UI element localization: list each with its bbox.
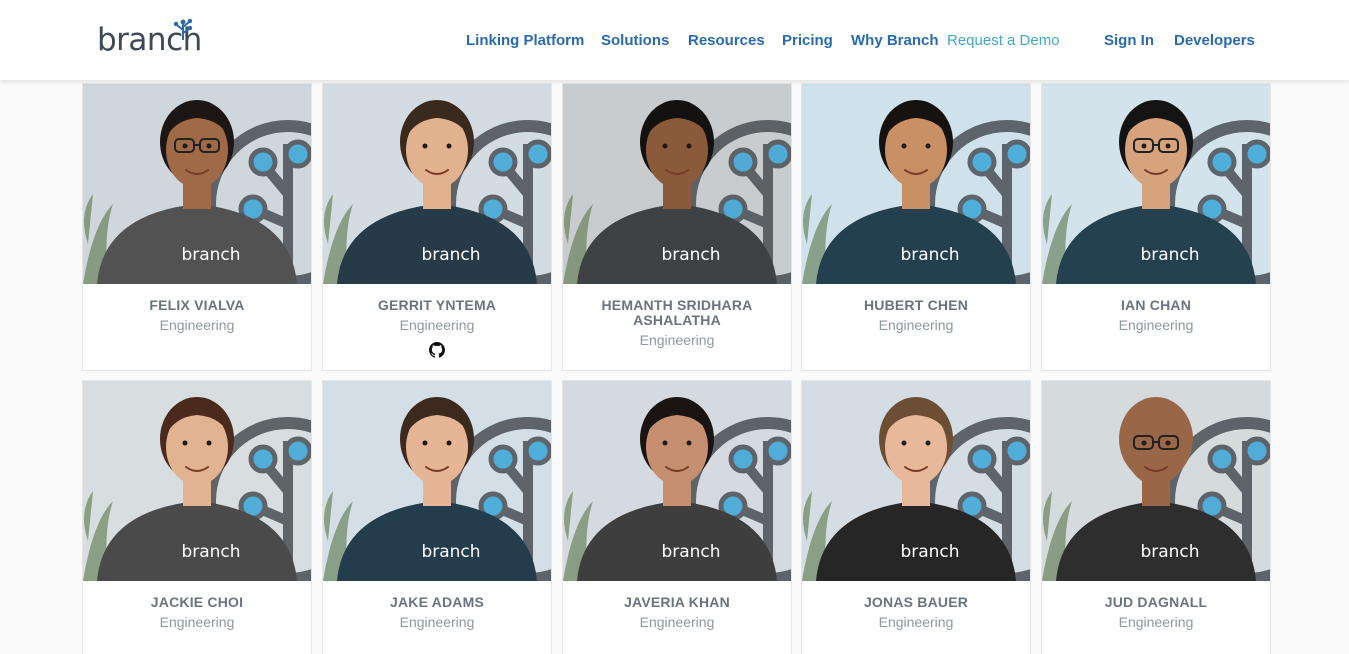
nav-why-branch[interactable]: Why Branch: [851, 32, 939, 50]
nav-resources[interactable]: Resources: [688, 32, 765, 50]
member-info: JAKE ADAMS Engineering: [323, 581, 551, 631]
member-department: Engineering: [878, 614, 954, 630]
member-department: Engineering: [159, 614, 235, 630]
member-info: JONAS BAUER Engineering: [802, 581, 1030, 631]
nav-solutions[interactable]: Solutions: [601, 32, 669, 50]
team-member-card: branch HUBERT CHEN Engineering: [801, 83, 1031, 371]
sprout-icon: [173, 18, 193, 40]
team-member-card: branch JACKIE CHOI Engineering: [82, 380, 312, 654]
member-info: FELIX VIALVA Engineering: [83, 284, 311, 334]
member-department: Engineering: [639, 614, 715, 630]
team-member-card: branch FELIX VIALVA Engineering: [82, 83, 312, 371]
team-photo: branch: [1042, 381, 1270, 581]
team-photo: branch: [83, 381, 311, 581]
team-member-card: branch IAN CHAN Engineering: [1041, 83, 1271, 371]
shirt-logo-text: branch: [421, 542, 480, 562]
team-photo: branch: [563, 84, 791, 284]
member-info: JACKIE CHOI Engineering: [83, 581, 311, 631]
member-name: FELIX VIALVA: [149, 297, 245, 313]
member-department: Engineering: [1118, 614, 1194, 630]
shirt-logo-text: branch: [421, 245, 480, 265]
member-name: JAVERIA KHAN: [624, 594, 730, 610]
team-member-card: branch JONAS BAUER Engineering: [801, 380, 1031, 654]
nav-pricing[interactable]: Pricing: [782, 32, 833, 50]
member-name: JACKIE CHOI: [150, 594, 244, 610]
team-grid: branch FELIX VIALVA Engineering branch GERRI…: [0, 0, 1349, 654]
member-department: Engineering: [1118, 317, 1194, 333]
shirt-logo-text: branch: [181, 245, 240, 265]
member-info: IAN CHAN Engineering: [1042, 284, 1270, 334]
member-department: Engineering: [878, 317, 954, 333]
nav-developers[interactable]: Developers: [1174, 32, 1255, 50]
member-name: IAN CHAN: [1120, 297, 1192, 313]
member-info: HUBERT CHEN Engineering: [802, 284, 1030, 334]
member-info: JUD DAGNALL Engineering: [1042, 581, 1270, 631]
site-header: branch Linking Platform Solutions Resour…: [0, 0, 1349, 80]
shirt-logo-text: branch: [661, 542, 720, 562]
team-photo: branch: [1042, 84, 1270, 284]
nav-linking-platform[interactable]: Linking Platform: [466, 32, 584, 50]
team-member-card: branch GERRIT YNTEMA Engineering: [322, 83, 552, 371]
member-department: Engineering: [639, 332, 715, 348]
shirt-logo-text: branch: [1140, 542, 1199, 562]
team-photo: branch: [323, 381, 551, 581]
team-photo: branch: [802, 84, 1030, 284]
member-name: JAKE ADAMS: [389, 594, 485, 610]
member-department: Engineering: [399, 317, 475, 333]
shirt-logo-text: branch: [181, 542, 240, 562]
team-member-card: branch JAVERIA KHAN Engineering: [562, 380, 792, 654]
member-name: JUD DAGNALL: [1104, 594, 1208, 610]
github-icon[interactable]: [429, 342, 445, 358]
shirt-logo-text: branch: [1140, 245, 1199, 265]
team-photo: branch: [563, 381, 791, 581]
member-name: HUBERT CHEN: [863, 297, 969, 313]
shirt-logo-text: branch: [900, 245, 959, 265]
team-member-card: branch JUD DAGNALL Engineering: [1041, 380, 1271, 654]
member-name: JONAS BAUER: [863, 594, 969, 610]
team-photo: branch: [802, 381, 1030, 581]
team-photo: branch: [323, 84, 551, 284]
team-member-card: branch HEMANTH SRIDHARA ASHALATHA Engineer…: [562, 83, 792, 371]
member-department: Engineering: [159, 317, 235, 333]
member-info: JAVERIA KHAN Engineering: [563, 581, 791, 631]
nav-sign-in[interactable]: Sign In: [1104, 32, 1154, 50]
member-name: GERRIT YNTEMA: [377, 297, 497, 313]
member-info: GERRIT YNTEMA Engineering: [323, 284, 551, 358]
member-department: Engineering: [399, 614, 475, 630]
shirt-logo-text: branch: [900, 542, 959, 562]
team-member-card: branch JAKE ADAMS Engineering: [322, 380, 552, 654]
shirt-logo-text: branch: [661, 245, 720, 265]
team-photo: branch: [83, 84, 311, 284]
member-name: HEMANTH SRIDHARA ASHALATHA: [601, 297, 753, 328]
member-info: HEMANTH SRIDHARA ASHALATHA Engineering: [563, 284, 791, 349]
nav-request-demo[interactable]: Request a Demo: [947, 32, 1060, 50]
